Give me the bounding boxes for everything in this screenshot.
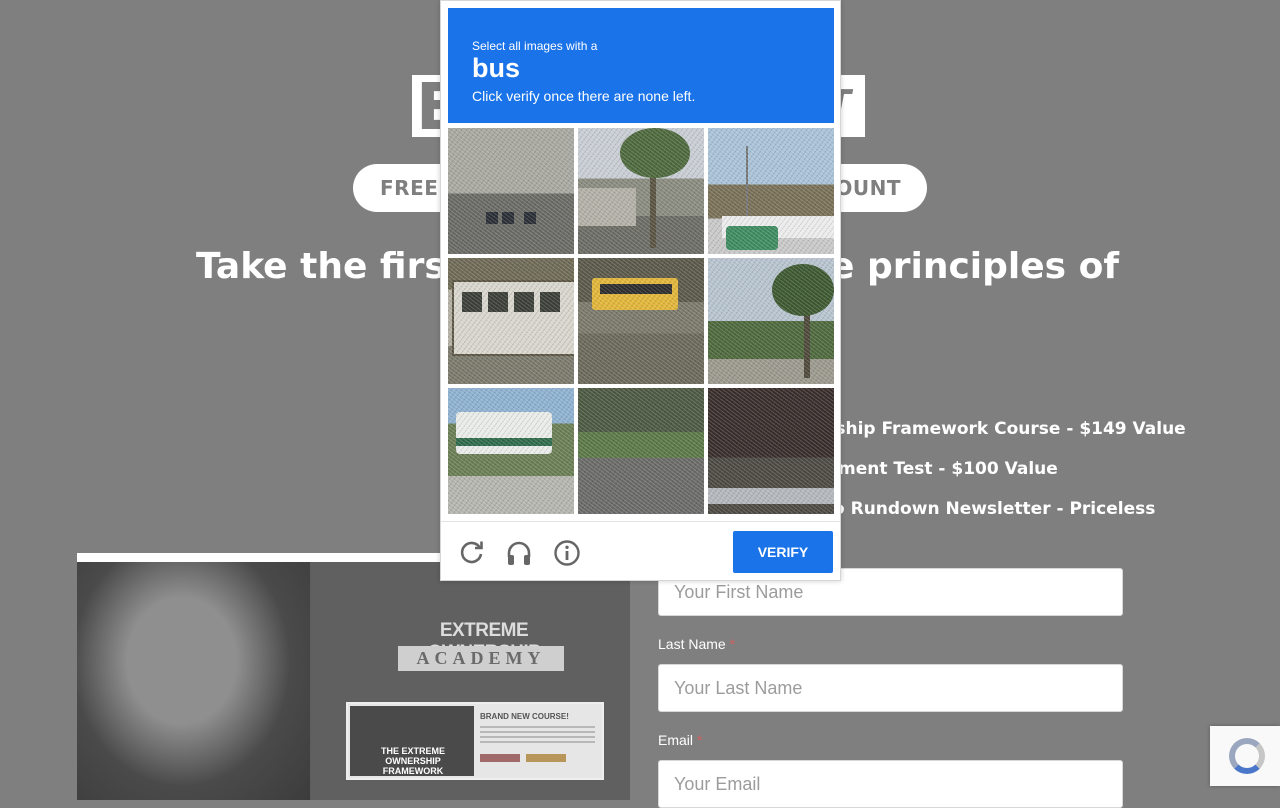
captcha-tile-9[interactable] [708, 388, 834, 514]
email-field[interactable] [658, 760, 1123, 808]
course-card: THE EXTREME OWNERSHIP FRAMEWORK BRAND NE… [346, 702, 604, 780]
course-description [480, 726, 595, 746]
captcha-tile-2[interactable] [578, 128, 704, 254]
captcha-tile-6[interactable] [708, 258, 834, 384]
recaptcha-badge[interactable] [1210, 726, 1280, 786]
captcha-tile-4[interactable] [448, 258, 574, 384]
captcha-tile-1[interactable] [448, 128, 574, 254]
email-label: Email * [658, 732, 702, 748]
prompt-instruction: Select all images with a [472, 39, 598, 53]
benefit-item: rship Framework Course - $149 Value [827, 419, 1186, 439]
instructor-photo [77, 562, 310, 800]
pill-left-text: FREE [380, 176, 439, 200]
pill-right-text: OUNT [835, 176, 901, 200]
last-name-field[interactable] [658, 664, 1123, 712]
info-icon[interactable] [553, 539, 581, 567]
benefit-item: o Rundown Newsletter - Priceless [833, 499, 1156, 519]
course-new-label: BRAND NEW COURSE! [480, 712, 569, 721]
course-button [480, 754, 520, 762]
required-mark: * [729, 636, 736, 652]
benefit-item: ment Test - $100 Value [838, 459, 1058, 479]
captcha-challenge: Select all images with a bus Click verif… [440, 0, 841, 581]
course-button [526, 754, 566, 762]
course-thumbnail: THE EXTREME OWNERSHIP FRAMEWORK [350, 706, 474, 776]
headline-left: Take the first [196, 246, 463, 287]
prompt-hint: Click verify once there are none left. [472, 88, 696, 104]
required-mark: * [696, 732, 703, 748]
captcha-tile-8[interactable] [578, 388, 704, 514]
recaptcha-logo-icon [1229, 738, 1265, 774]
captcha-prompt: Select all images with a bus Click verif… [448, 8, 834, 123]
image-grid [448, 128, 836, 516]
promo-image: EXTREME OWNERSHIP ACADEMY THE EXTREME OW… [77, 553, 630, 800]
verify-button[interactable]: VERIFY [733, 531, 833, 573]
footer-divider [441, 521, 840, 522]
email-label-text: Email [658, 732, 694, 748]
captcha-tile-5[interactable] [578, 258, 704, 384]
headphones-icon[interactable] [505, 539, 533, 567]
promo-panel: EXTREME OWNERSHIP ACADEMY THE EXTREME OW… [311, 562, 630, 800]
prompt-target: bus [472, 53, 521, 83]
last-name-label-text: Last Name [658, 636, 726, 652]
academy-subtitle: ACADEMY [398, 646, 564, 671]
reload-icon[interactable] [458, 539, 486, 567]
captcha-tile-7[interactable] [448, 388, 574, 514]
last-name-label: Last Name * [658, 636, 735, 652]
headline-right: e principles of [830, 246, 1120, 287]
course-thumb-text: THE EXTREME OWNERSHIP FRAMEWORK [380, 746, 445, 776]
captcha-tile-3[interactable] [708, 128, 834, 254]
